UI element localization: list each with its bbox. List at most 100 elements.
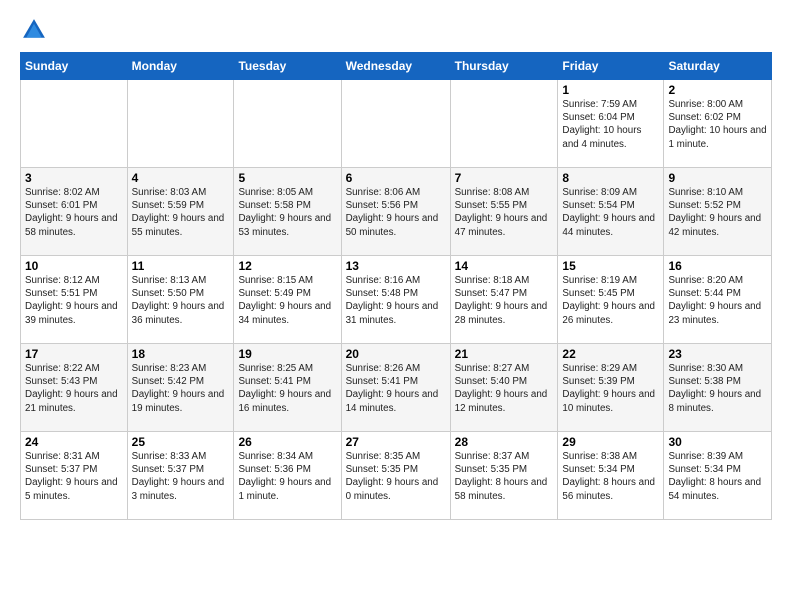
- day-number: 1: [562, 83, 659, 97]
- day-info: Sunrise: 8:27 AM Sunset: 5:40 PM Dayligh…: [455, 362, 554, 415]
- weekday-header-saturday: Saturday: [664, 53, 772, 80]
- day-cell: 20Sunrise: 8:26 AM Sunset: 5:41 PM Dayli…: [341, 344, 450, 432]
- day-info: Sunrise: 8:37 AM Sunset: 5:35 PM Dayligh…: [455, 450, 554, 503]
- week-row-3: 10Sunrise: 8:12 AM Sunset: 5:51 PM Dayli…: [21, 256, 772, 344]
- day-cell: 24Sunrise: 8:31 AM Sunset: 5:37 PM Dayli…: [21, 432, 128, 520]
- day-cell: [234, 80, 341, 168]
- day-cell: 28Sunrise: 8:37 AM Sunset: 5:35 PM Dayli…: [450, 432, 558, 520]
- day-cell: 17Sunrise: 8:22 AM Sunset: 5:43 PM Dayli…: [21, 344, 128, 432]
- day-cell: 30Sunrise: 8:39 AM Sunset: 5:34 PM Dayli…: [664, 432, 772, 520]
- day-info: Sunrise: 8:38 AM Sunset: 5:34 PM Dayligh…: [562, 450, 659, 503]
- day-number: 28: [455, 435, 554, 449]
- day-cell: 4Sunrise: 8:03 AM Sunset: 5:59 PM Daylig…: [127, 168, 234, 256]
- day-info: Sunrise: 8:15 AM Sunset: 5:49 PM Dayligh…: [238, 274, 336, 327]
- day-number: 11: [132, 259, 230, 273]
- weekday-header-thursday: Thursday: [450, 53, 558, 80]
- day-number: 29: [562, 435, 659, 449]
- day-info: Sunrise: 8:19 AM Sunset: 5:45 PM Dayligh…: [562, 274, 659, 327]
- day-cell: 19Sunrise: 8:25 AM Sunset: 5:41 PM Dayli…: [234, 344, 341, 432]
- day-info: Sunrise: 7:59 AM Sunset: 6:04 PM Dayligh…: [562, 98, 659, 151]
- calendar-table: SundayMondayTuesdayWednesdayThursdayFrid…: [20, 52, 772, 520]
- day-number: 24: [25, 435, 123, 449]
- week-row-4: 17Sunrise: 8:22 AM Sunset: 5:43 PM Dayli…: [21, 344, 772, 432]
- logo-icon: [20, 16, 48, 44]
- day-number: 19: [238, 347, 336, 361]
- day-cell: 1Sunrise: 7:59 AM Sunset: 6:04 PM Daylig…: [558, 80, 664, 168]
- day-number: 9: [668, 171, 767, 185]
- day-info: Sunrise: 8:12 AM Sunset: 5:51 PM Dayligh…: [25, 274, 123, 327]
- day-info: Sunrise: 8:03 AM Sunset: 5:59 PM Dayligh…: [132, 186, 230, 239]
- day-info: Sunrise: 8:10 AM Sunset: 5:52 PM Dayligh…: [668, 186, 767, 239]
- day-info: Sunrise: 8:18 AM Sunset: 5:47 PM Dayligh…: [455, 274, 554, 327]
- day-number: 5: [238, 171, 336, 185]
- day-info: Sunrise: 8:25 AM Sunset: 5:41 PM Dayligh…: [238, 362, 336, 415]
- day-cell: 13Sunrise: 8:16 AM Sunset: 5:48 PM Dayli…: [341, 256, 450, 344]
- day-number: 25: [132, 435, 230, 449]
- day-info: Sunrise: 8:02 AM Sunset: 6:01 PM Dayligh…: [25, 186, 123, 239]
- day-number: 6: [346, 171, 446, 185]
- day-info: Sunrise: 8:39 AM Sunset: 5:34 PM Dayligh…: [668, 450, 767, 503]
- day-info: Sunrise: 8:23 AM Sunset: 5:42 PM Dayligh…: [132, 362, 230, 415]
- week-row-1: 1Sunrise: 7:59 AM Sunset: 6:04 PM Daylig…: [21, 80, 772, 168]
- weekday-header-monday: Monday: [127, 53, 234, 80]
- day-cell: [127, 80, 234, 168]
- day-cell: 16Sunrise: 8:20 AM Sunset: 5:44 PM Dayli…: [664, 256, 772, 344]
- day-cell: 10Sunrise: 8:12 AM Sunset: 5:51 PM Dayli…: [21, 256, 128, 344]
- day-cell: 25Sunrise: 8:33 AM Sunset: 5:37 PM Dayli…: [127, 432, 234, 520]
- day-cell: 23Sunrise: 8:30 AM Sunset: 5:38 PM Dayli…: [664, 344, 772, 432]
- day-cell: 11Sunrise: 8:13 AM Sunset: 5:50 PM Dayli…: [127, 256, 234, 344]
- day-cell: 29Sunrise: 8:38 AM Sunset: 5:34 PM Dayli…: [558, 432, 664, 520]
- day-cell: 8Sunrise: 8:09 AM Sunset: 5:54 PM Daylig…: [558, 168, 664, 256]
- weekday-header-row: SundayMondayTuesdayWednesdayThursdayFrid…: [21, 53, 772, 80]
- day-cell: 21Sunrise: 8:27 AM Sunset: 5:40 PM Dayli…: [450, 344, 558, 432]
- day-cell: [21, 80, 128, 168]
- day-info: Sunrise: 8:34 AM Sunset: 5:36 PM Dayligh…: [238, 450, 336, 503]
- day-cell: 22Sunrise: 8:29 AM Sunset: 5:39 PM Dayli…: [558, 344, 664, 432]
- day-cell: 6Sunrise: 8:06 AM Sunset: 5:56 PM Daylig…: [341, 168, 450, 256]
- day-number: 21: [455, 347, 554, 361]
- day-number: 3: [25, 171, 123, 185]
- page: SundayMondayTuesdayWednesdayThursdayFrid…: [0, 0, 792, 532]
- day-number: 12: [238, 259, 336, 273]
- day-cell: 18Sunrise: 8:23 AM Sunset: 5:42 PM Dayli…: [127, 344, 234, 432]
- day-number: 7: [455, 171, 554, 185]
- day-number: 13: [346, 259, 446, 273]
- day-info: Sunrise: 8:06 AM Sunset: 5:56 PM Dayligh…: [346, 186, 446, 239]
- day-cell: 12Sunrise: 8:15 AM Sunset: 5:49 PM Dayli…: [234, 256, 341, 344]
- day-cell: 14Sunrise: 8:18 AM Sunset: 5:47 PM Dayli…: [450, 256, 558, 344]
- day-info: Sunrise: 8:33 AM Sunset: 5:37 PM Dayligh…: [132, 450, 230, 503]
- day-number: 27: [346, 435, 446, 449]
- day-info: Sunrise: 8:00 AM Sunset: 6:02 PM Dayligh…: [668, 98, 767, 151]
- day-cell: 27Sunrise: 8:35 AM Sunset: 5:35 PM Dayli…: [341, 432, 450, 520]
- logo: [20, 16, 52, 44]
- day-info: Sunrise: 8:29 AM Sunset: 5:39 PM Dayligh…: [562, 362, 659, 415]
- day-info: Sunrise: 8:31 AM Sunset: 5:37 PM Dayligh…: [25, 450, 123, 503]
- day-number: 30: [668, 435, 767, 449]
- header: [20, 16, 772, 44]
- day-info: Sunrise: 8:30 AM Sunset: 5:38 PM Dayligh…: [668, 362, 767, 415]
- day-info: Sunrise: 8:09 AM Sunset: 5:54 PM Dayligh…: [562, 186, 659, 239]
- day-cell: [341, 80, 450, 168]
- day-cell: 3Sunrise: 8:02 AM Sunset: 6:01 PM Daylig…: [21, 168, 128, 256]
- day-info: Sunrise: 8:13 AM Sunset: 5:50 PM Dayligh…: [132, 274, 230, 327]
- day-number: 20: [346, 347, 446, 361]
- day-info: Sunrise: 8:22 AM Sunset: 5:43 PM Dayligh…: [25, 362, 123, 415]
- day-number: 18: [132, 347, 230, 361]
- day-cell: 15Sunrise: 8:19 AM Sunset: 5:45 PM Dayli…: [558, 256, 664, 344]
- day-cell: [450, 80, 558, 168]
- weekday-header-sunday: Sunday: [21, 53, 128, 80]
- day-number: 23: [668, 347, 767, 361]
- day-info: Sunrise: 8:20 AM Sunset: 5:44 PM Dayligh…: [668, 274, 767, 327]
- day-info: Sunrise: 8:16 AM Sunset: 5:48 PM Dayligh…: [346, 274, 446, 327]
- day-cell: 5Sunrise: 8:05 AM Sunset: 5:58 PM Daylig…: [234, 168, 341, 256]
- day-number: 8: [562, 171, 659, 185]
- day-info: Sunrise: 8:35 AM Sunset: 5:35 PM Dayligh…: [346, 450, 446, 503]
- day-number: 2: [668, 83, 767, 97]
- weekday-header-friday: Friday: [558, 53, 664, 80]
- day-number: 26: [238, 435, 336, 449]
- day-info: Sunrise: 8:26 AM Sunset: 5:41 PM Dayligh…: [346, 362, 446, 415]
- week-row-2: 3Sunrise: 8:02 AM Sunset: 6:01 PM Daylig…: [21, 168, 772, 256]
- day-number: 16: [668, 259, 767, 273]
- day-number: 17: [25, 347, 123, 361]
- week-row-5: 24Sunrise: 8:31 AM Sunset: 5:37 PM Dayli…: [21, 432, 772, 520]
